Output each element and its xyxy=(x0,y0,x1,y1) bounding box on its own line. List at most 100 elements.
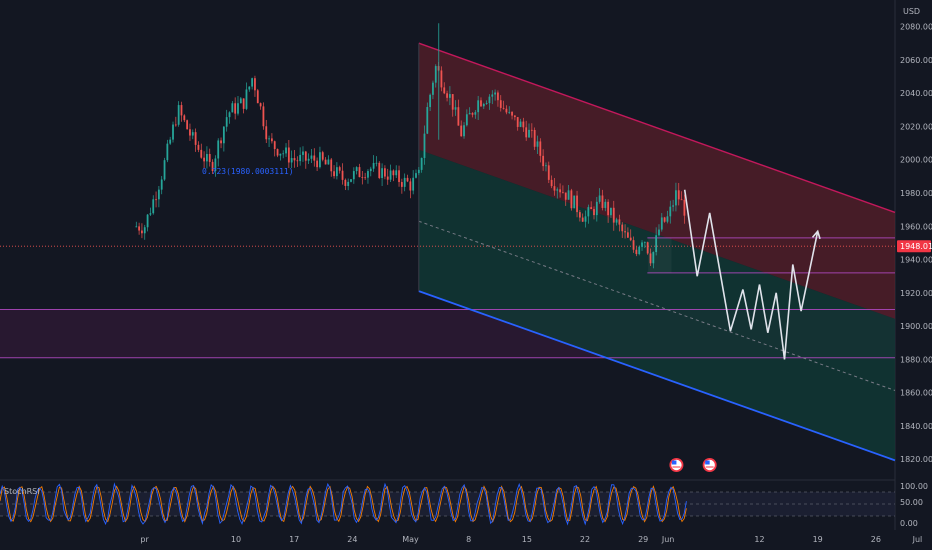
candle-body xyxy=(643,242,646,244)
time-tick-label: 15 xyxy=(522,535,532,544)
candle-body xyxy=(482,103,485,107)
candle-body xyxy=(319,152,321,168)
candle-body xyxy=(268,138,270,140)
time-tick-label: May xyxy=(402,535,419,544)
candle-body xyxy=(372,162,375,169)
candle-body xyxy=(310,155,313,159)
candle-body xyxy=(254,78,256,91)
candle-body xyxy=(587,207,590,217)
candle-body xyxy=(564,192,567,200)
flag-canton xyxy=(671,460,677,465)
candle-body xyxy=(398,170,400,183)
candle-body xyxy=(429,94,432,108)
candle-body xyxy=(135,226,138,228)
price-tick-label: 2060.00 xyxy=(900,56,932,65)
price-tick-label: 2020.00 xyxy=(900,122,932,131)
time-tick-label: 8 xyxy=(466,535,471,544)
candle-body xyxy=(324,159,327,165)
candle-body xyxy=(228,112,231,118)
candle-body xyxy=(287,147,290,163)
candle-body xyxy=(559,189,561,193)
candle-body xyxy=(389,170,392,180)
candle-body xyxy=(174,124,177,126)
candle-body xyxy=(598,195,601,202)
candle-body xyxy=(516,117,519,127)
time-tick-label: 17 xyxy=(289,535,299,544)
price-tick-label: 1980.00 xyxy=(900,189,932,198)
candle-body xyxy=(457,107,460,126)
candle-body xyxy=(635,249,638,255)
candle-body xyxy=(344,179,347,186)
candle-body xyxy=(562,192,564,194)
candle-body xyxy=(581,217,584,222)
fib-level-label: 0.723(1980.0003111) xyxy=(202,167,294,176)
candle-body xyxy=(234,103,237,114)
candle-body xyxy=(350,179,352,182)
candle-body xyxy=(675,190,677,206)
price-tick-label: 1860.00 xyxy=(900,389,932,398)
candle-body xyxy=(553,186,556,191)
oscillator-tick-label: 50.00 xyxy=(900,498,923,507)
candle-body xyxy=(361,177,364,178)
candle-body xyxy=(477,100,480,113)
candle-body xyxy=(672,205,675,207)
candle-body xyxy=(595,201,598,216)
candle-body xyxy=(169,139,172,144)
time-tick-label: 19 xyxy=(813,535,823,544)
candle-body xyxy=(217,140,220,159)
us-flag-icon[interactable] xyxy=(702,458,717,472)
candle-body xyxy=(172,124,174,140)
candle-body xyxy=(239,98,242,104)
candle-body xyxy=(191,132,194,136)
candle-body xyxy=(471,113,474,115)
oscillator-title: StochRSI xyxy=(4,487,40,496)
flag-canton xyxy=(705,460,710,465)
candle-body xyxy=(316,160,319,168)
candle-body xyxy=(525,127,528,138)
candle-body xyxy=(307,158,310,161)
candle-body xyxy=(669,206,672,217)
candle-body xyxy=(364,177,367,179)
candle-body xyxy=(533,129,536,147)
price-tick-label: 1820.00 xyxy=(900,455,932,464)
candle-body xyxy=(528,129,530,138)
candle-body xyxy=(262,106,265,127)
candle-body xyxy=(222,126,225,144)
candle-body xyxy=(547,165,550,180)
price-tick-label: 2080.00 xyxy=(900,23,932,32)
candle-body xyxy=(488,96,491,104)
candle-body xyxy=(434,66,437,83)
us-flag-icon[interactable] xyxy=(669,458,684,472)
price-tick-label: 1920.00 xyxy=(900,289,932,298)
candle-body xyxy=(536,141,539,147)
chart-stage[interactable]: USD 2080.00 2060.00 2040.00 2020.00 2000.00 1… xyxy=(0,0,932,550)
candle-body xyxy=(276,149,279,156)
candle-body xyxy=(624,231,626,233)
candle-body xyxy=(423,133,426,158)
candle-body xyxy=(265,126,268,140)
candle-body xyxy=(593,209,595,216)
candle-body xyxy=(183,115,186,121)
candle-body xyxy=(273,141,276,150)
candle-body xyxy=(231,103,234,113)
candle-body xyxy=(505,108,508,113)
candle-body xyxy=(409,181,412,191)
candle-body xyxy=(245,89,248,109)
price-chart[interactable]: USD 2080.00 2060.00 2040.00 2020.00 2000.00 1… xyxy=(0,0,932,550)
candle-body xyxy=(474,112,477,115)
candle-body xyxy=(632,240,635,250)
candle-body xyxy=(403,177,406,187)
candle-body xyxy=(610,207,612,216)
highlight-box xyxy=(647,237,672,274)
candle-body xyxy=(641,242,643,247)
candle-body xyxy=(420,157,423,170)
candle-body xyxy=(680,199,683,201)
candle-body xyxy=(259,103,262,107)
candle-body xyxy=(638,246,641,255)
candle-body xyxy=(290,158,293,163)
candle-body xyxy=(194,132,197,145)
candle-body xyxy=(677,190,680,200)
candle-body xyxy=(502,107,505,109)
candle-body xyxy=(513,115,516,118)
candle-body xyxy=(400,182,403,187)
